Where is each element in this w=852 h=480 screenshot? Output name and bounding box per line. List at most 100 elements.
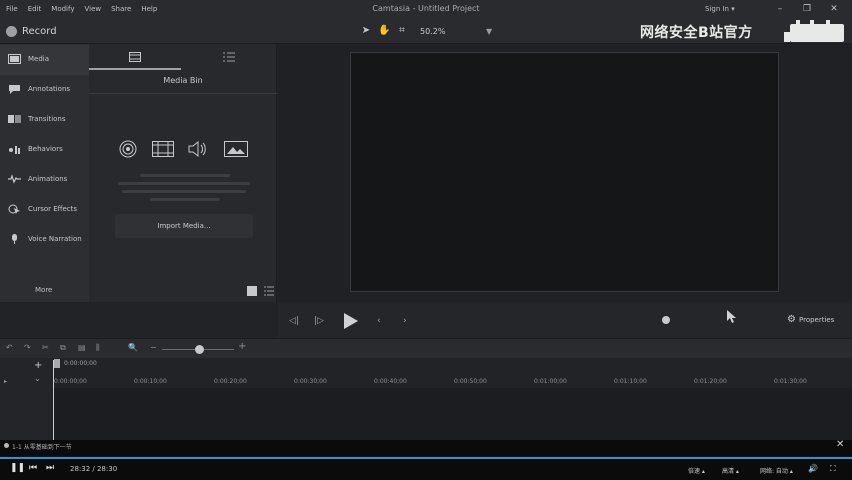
paste-icon[interactable]: ▤ — [78, 343, 86, 352]
sidebar-item-transitions[interactable]: Transitions — [0, 105, 89, 135]
zoom-dropdown-icon[interactable]: ▼ — [486, 26, 492, 38]
collapse-tracks-icon[interactable]: ⌄ — [34, 374, 41, 383]
scrubber-handle[interactable] — [662, 316, 670, 324]
record-media-icon — [119, 140, 137, 158]
sidebar-item-label: Cursor Effects — [28, 205, 78, 213]
video-time: 28:32 / 28:30 — [70, 465, 118, 473]
menu-help[interactable]: Help — [141, 0, 157, 18]
step-back-icon[interactable]: ◁| — [289, 316, 299, 326]
transitions-icon — [8, 115, 21, 123]
fullscreen-icon[interactable]: ⛶ — [830, 464, 836, 474]
menu-view[interactable]: View — [84, 0, 101, 18]
library-tab-icon[interactable] — [223, 52, 235, 62]
pause-icon[interactable]: ❚❚ — [10, 463, 25, 473]
mouse-cursor-icon — [727, 310, 736, 323]
pan-tool-icon[interactable]: ✋ — [378, 25, 390, 37]
sidebar-item-animations[interactable]: Animations — [0, 165, 89, 195]
undo-icon[interactable]: ↶ — [6, 343, 13, 352]
ruler-tick-label: 0:00:30;00 — [294, 378, 327, 385]
behaviors-icon — [9, 146, 20, 154]
sidebar-item-behaviors[interactable]: Behaviors — [0, 135, 89, 165]
timeline-ruler[interactable] — [52, 358, 852, 388]
sidebar-item-label: Annotations — [28, 85, 71, 93]
add-track-icon[interactable]: + — [34, 360, 42, 371]
image-file-icon — [224, 141, 248, 157]
sidebar-item-label: Animations — [28, 175, 68, 183]
split-icon[interactable]: ⫼ — [96, 343, 100, 353]
list-view-icon[interactable] — [264, 286, 274, 296]
ruler-tick-label: 0:01:30;00 — [774, 378, 807, 385]
preview-canvas[interactable] — [350, 52, 779, 292]
zoom-in-icon[interactable]: + — [238, 341, 246, 352]
empty-bin-hint-line — [122, 190, 246, 193]
sign-in-button[interactable]: Sign In ▾ — [705, 0, 735, 18]
minimize-icon[interactable]: – — [774, 4, 786, 14]
close-window-icon[interactable]: ✕ — [828, 4, 840, 14]
video-file-icon — [152, 141, 174, 157]
media-bin-title: Media Bin — [163, 76, 203, 85]
close-icon[interactable]: ✕ — [836, 439, 844, 450]
menu-file[interactable]: File — [6, 0, 18, 18]
ruler-tick-label: 0:00:20;00 — [214, 378, 247, 385]
sidebar-item-annotations[interactable]: Annotations — [0, 75, 89, 105]
cut-icon[interactable]: ✂ — [42, 343, 49, 352]
ruler-tick-label: 0:00:40;00 — [374, 378, 407, 385]
menu-share[interactable]: Share — [111, 0, 131, 18]
track-expand-icon[interactable]: ▸ — [4, 378, 7, 385]
media-icon — [8, 54, 21, 64]
sidebar-item-label: Voice Narration — [28, 235, 82, 243]
zoom-out-icon[interactable]: − — [150, 343, 157, 352]
play-icon[interactable] — [343, 312, 359, 330]
speed-button[interactable]: 倍速 ▴ — [688, 466, 705, 475]
next-marker-icon[interactable]: › — [403, 316, 407, 326]
ruler-tick-label: 0:00:50;00 — [454, 378, 487, 385]
crop-tool-icon[interactable]: ⌗ — [396, 25, 408, 37]
ruler-tick-label: 0:01:00;00 — [534, 378, 567, 385]
menu-edit[interactable]: Edit — [28, 0, 42, 18]
sidebar-item-label: Transitions — [28, 115, 66, 123]
media-bin-tab-icon[interactable] — [129, 52, 141, 62]
empty-bin-hint-line — [140, 174, 230, 177]
properties-button[interactable]: Properties — [799, 316, 834, 324]
quality-button[interactable]: 高清 ▴ — [722, 466, 739, 475]
timeline-zoom-handle[interactable] — [195, 345, 204, 354]
next-icon[interactable]: ⏭ — [46, 463, 54, 473]
ruler-tick-label: 0:00:10;00 — [134, 378, 167, 385]
playhead-time: 0:00:00;00 — [64, 360, 97, 367]
select-tool-icon[interactable]: ➤ — [360, 25, 372, 37]
ruler-tick-label: 0:00:00;00 — [54, 378, 87, 385]
import-media-button[interactable]: Import Media... — [115, 214, 253, 238]
menu-modify[interactable]: Modify — [51, 0, 74, 18]
gear-icon[interactable]: ⚙ — [787, 314, 796, 325]
record-button[interactable]: Record — [22, 26, 57, 38]
copy-icon[interactable]: ⧉ — [60, 343, 66, 353]
watermark-text: 网络安全B站官方 — [640, 25, 753, 41]
divider — [89, 93, 277, 94]
record-dot-icon[interactable] — [6, 26, 17, 37]
grid-view-icon[interactable] — [247, 286, 257, 296]
step-forward-icon[interactable]: |▷ — [314, 316, 324, 326]
zoom-level[interactable]: 50.2% — [420, 26, 445, 38]
video-title: 1-1 从零基础到下一节 — [12, 444, 72, 451]
player-status-dot-icon — [4, 443, 9, 448]
playhead-handle[interactable] — [54, 359, 60, 368]
network-button[interactable]: 网络: 自动 ▴ — [760, 466, 793, 475]
ruler-tick-label: 0:01:10;00 — [614, 378, 647, 385]
previous-marker-icon[interactable]: ‹ — [377, 316, 381, 326]
restore-icon[interactable]: ❐ — [801, 4, 813, 14]
bilibili-logo-icon — [784, 20, 844, 42]
previous-icon[interactable]: ⏮ — [29, 463, 37, 473]
sidebar-item-label: Media — [28, 55, 50, 63]
redo-icon[interactable]: ↷ — [24, 343, 31, 352]
annotations-icon — [9, 85, 20, 94]
sidebar-item-cursor-effects[interactable]: Cursor Effects — [0, 195, 89, 225]
sidebar-item-media[interactable]: Media — [0, 45, 89, 75]
cursor-effects-icon — [8, 204, 20, 214]
zoom-search-icon[interactable]: 🔍 — [128, 343, 138, 352]
sidebar-item-voice-narration[interactable]: Voice Narration — [0, 225, 89, 255]
playhead[interactable] — [53, 360, 54, 440]
volume-icon[interactable]: 🔊 — [808, 464, 818, 473]
track-header — [0, 358, 52, 440]
tools-sidebar: Media Annotations Transitions Behaviors … — [0, 44, 89, 302]
more-button[interactable]: More — [35, 286, 52, 294]
